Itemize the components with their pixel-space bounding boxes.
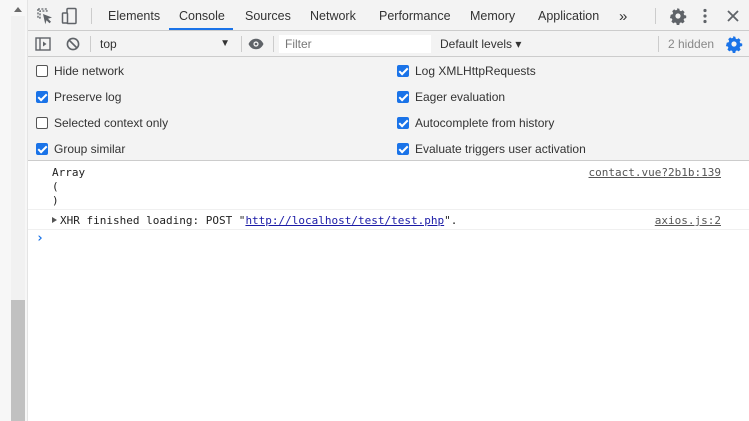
clear-console-icon[interactable] <box>64 35 82 53</box>
selected-context-only-checkbox[interactable] <box>36 117 48 129</box>
option-label: Eager evaluation <box>415 90 506 104</box>
hide-network-checkbox[interactable] <box>36 65 48 77</box>
console-settings-pane: Hide network Preserve log Selected conte… <box>28 57 749 161</box>
tab-memory[interactable]: Memory <box>470 0 515 31</box>
page-scrollbar[interactable] <box>0 0 28 421</box>
more-tabs-button[interactable]: » <box>619 0 627 31</box>
close-icon[interactable] <box>724 7 742 25</box>
option-label: Log XMLHttpRequests <box>415 64 536 78</box>
tab-application[interactable]: Application <box>538 0 599 31</box>
message-text: ( <box>52 180 59 193</box>
message-text[interactable]: XHR finished loading: POST "http://local… <box>52 214 457 227</box>
console-message: XHR finished loading: POST "http://local… <box>28 210 749 230</box>
log-levels-dropdown[interactable]: Default levels ▾ <box>440 35 521 53</box>
evaluate-triggers-user-activation-checkbox[interactable] <box>397 143 409 155</box>
inspect-element-icon[interactable] <box>36 7 54 25</box>
toolbar-divider <box>273 36 274 52</box>
settings-gear-icon[interactable] <box>669 7 687 25</box>
console-settings-gear-icon[interactable] <box>725 35 743 53</box>
option-label: Evaluate triggers user activation <box>415 142 586 156</box>
message-text: Array <box>52 166 86 179</box>
console-message: Array ( ) contact.vue?2b1b:139 <box>28 162 749 210</box>
tab-console[interactable]: Console <box>179 0 225 31</box>
tab-sources[interactable]: Sources <box>245 0 291 31</box>
device-toolbar-icon[interactable] <box>61 7 79 25</box>
message-suffix: ". <box>444 214 458 227</box>
eager-evaluation-checkbox[interactable] <box>397 91 409 103</box>
dropdown-caret-icon: ▼ <box>220 38 230 49</box>
filter-input[interactable] <box>279 35 431 53</box>
option-label: Preserve log <box>54 90 122 104</box>
expand-triangle-icon[interactable] <box>52 217 57 223</box>
toolbar-divider <box>655 8 656 24</box>
toolbar-divider <box>241 36 242 52</box>
tab-elements[interactable]: Elements <box>108 0 160 31</box>
group-similar-checkbox[interactable] <box>36 143 48 155</box>
message-source-link[interactable]: axios.js:2 <box>655 214 721 227</box>
tab-performance[interactable]: Performance <box>379 0 451 31</box>
devtools-panel: Elements Console Sources Network Perform… <box>28 0 749 421</box>
kebab-menu-icon[interactable] <box>696 7 714 25</box>
hidden-messages-count: 2 hidden <box>668 37 715 51</box>
sidebar-toggle-icon[interactable] <box>34 35 52 53</box>
console-toolbar: top ▼ Default levels ▾ 2 hidden <box>28 31 749 57</box>
context-value: top <box>100 37 117 51</box>
message-prefix: XHR finished loading: POST " <box>60 214 246 227</box>
active-tab-indicator <box>169 28 233 30</box>
log-xmlhttprequests-checkbox[interactable] <box>397 65 409 77</box>
option-label: Selected context only <box>54 116 169 130</box>
request-url-link[interactable]: http://localhost/test/test.php <box>245 214 444 227</box>
scroll-up-arrow-icon[interactable] <box>14 7 22 12</box>
option-label: Hide network <box>54 64 125 78</box>
scrollbar-thumb[interactable] <box>11 300 25 421</box>
option-label: Autocomplete from history <box>415 116 555 130</box>
console-prompt-icon[interactable]: › <box>36 231 44 246</box>
context-selector[interactable]: top ▼ <box>100 35 230 53</box>
message-source-link[interactable]: contact.vue?2b1b:139 <box>589 166 721 179</box>
toolbar-divider <box>658 36 659 52</box>
preserve-log-checkbox[interactable] <box>36 91 48 103</box>
message-text: ) <box>52 194 59 207</box>
autocomplete-from-history-checkbox[interactable] <box>397 117 409 129</box>
option-label: Group similar <box>54 142 126 156</box>
tab-network[interactable]: Network <box>310 0 356 31</box>
toolbar-divider <box>90 36 91 52</box>
toolbar-divider <box>91 8 92 24</box>
devtools-tab-bar: Elements Console Sources Network Perform… <box>28 0 749 31</box>
eye-icon[interactable] <box>247 35 265 53</box>
